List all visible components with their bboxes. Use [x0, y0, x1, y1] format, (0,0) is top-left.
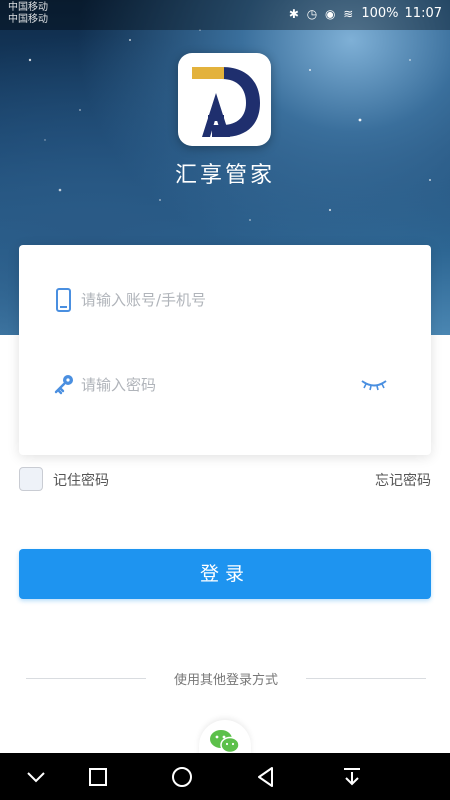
home-icon[interactable] [170, 765, 194, 789]
login-button[interactable]: 登录 [19, 549, 431, 599]
eye-closed-icon[interactable] [360, 376, 388, 392]
app-name: 汇享管家 [174, 163, 275, 188]
chevron-down-icon[interactable] [24, 765, 48, 789]
system-nav-bar [0, 753, 450, 800]
status-time: 11:07 [404, 6, 442, 21]
login-card: 请输入账号/手机号 请输入密码 [19, 245, 431, 455]
divider-line-right [306, 678, 426, 679]
recent-apps-icon[interactable] [86, 765, 110, 789]
password-field[interactable]: 请输入密码 [19, 360, 431, 410]
phone-icon [56, 288, 71, 312]
account-field[interactable]: 请输入账号/手机号 [19, 275, 431, 325]
remember-label[interactable]: 记住密码 [53, 470, 109, 490]
carrier-info: 中国移动 中国移动 [8, 2, 48, 26]
status-right: ✱ ◷ ◉ ≋ 100% 11:07 [289, 6, 442, 21]
app-logo [178, 53, 271, 146]
key-icon [54, 375, 73, 395]
password-input[interactable]: 请输入密码 [81, 374, 156, 395]
carrier-line-1: 中国移动 [8, 2, 48, 13]
forgot-password-link[interactable]: 忘记密码 [375, 470, 431, 490]
status-bar: 中国移动 中国移动 ✱ ◷ ◉ ≋ 100% 11:07 [0, 0, 450, 30]
other-login-divider: 使用其他登录方式 [26, 668, 426, 688]
status-icons: ✱ ◷ ◉ ≋ [288, 6, 356, 21]
notification-pull-icon[interactable] [340, 765, 364, 789]
account-input[interactable]: 请输入账号/手机号 [81, 289, 206, 310]
remember-checkbox[interactable] [19, 467, 43, 491]
da-logo-icon [192, 67, 260, 137]
carrier-line-2: 中国移动 [8, 14, 48, 25]
back-icon[interactable] [254, 765, 278, 789]
battery-level: 100% [361, 6, 399, 21]
